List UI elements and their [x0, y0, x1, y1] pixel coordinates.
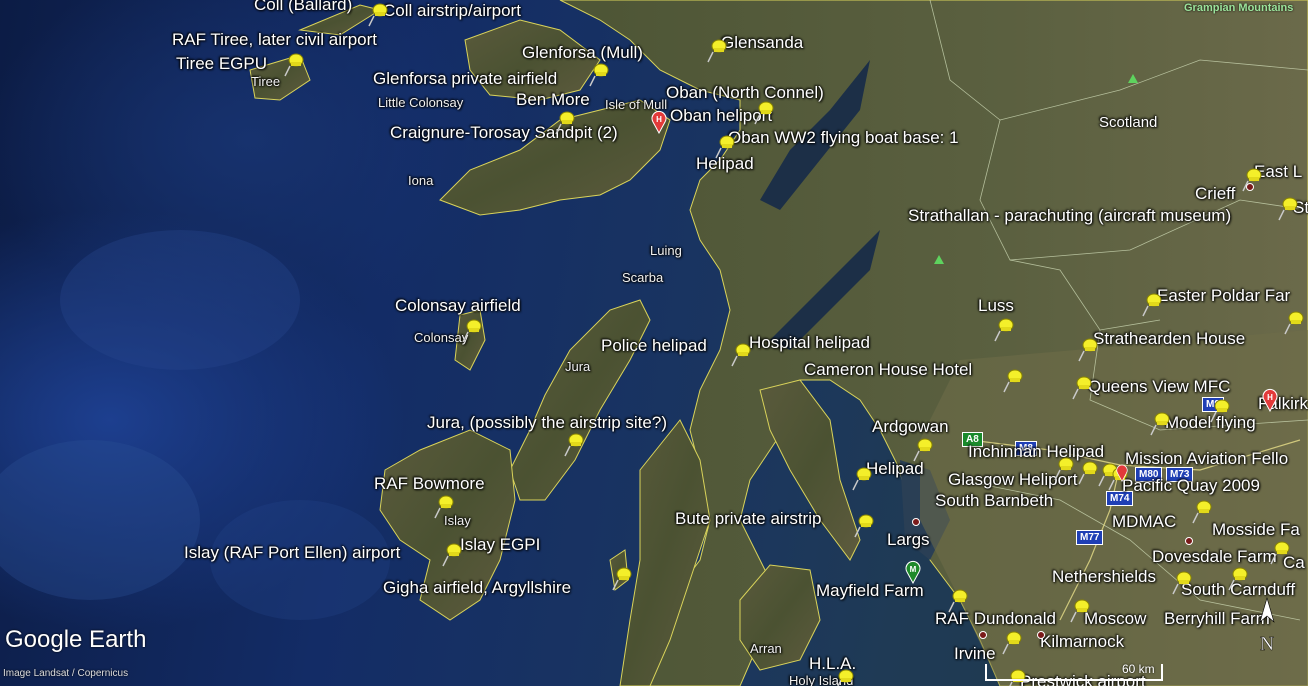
town-dot-icon	[1185, 537, 1193, 545]
place-label-tiree: Tiree	[251, 74, 281, 89]
yellow-pushpin-icon[interactable]	[1001, 364, 1027, 394]
yellow-pushpin-icon[interactable]	[1190, 495, 1216, 525]
yellow-pushpin-icon[interactable]	[1148, 407, 1174, 437]
place-label-arran: Arran	[750, 641, 782, 656]
placemark-label-islay-port-ellen[interactable]: Islay (RAF Port Ellen) airport	[184, 544, 400, 562]
yellow-pushpin-icon[interactable]	[460, 314, 486, 344]
placemark-label-colonsay-airfield[interactable]: Colonsay airfield	[395, 297, 521, 315]
placemark-label-police-helipad[interactable]: Police helipad	[601, 337, 707, 355]
map-view[interactable]: Grampian Mountains Tiree Little Colonsay…	[0, 0, 1308, 686]
placemark-label-jura-airstrip[interactable]: Jura, (possibly the airstrip site?)	[427, 414, 667, 432]
yellow-pushpin-icon[interactable]	[432, 490, 458, 520]
placemark-label-strathallan[interactable]: Strathallan - parachuting (aircraft muse…	[908, 207, 1231, 225]
region-label-grampian: Grampian Mountains	[1184, 2, 1294, 14]
yellow-pushpin-icon[interactable]	[850, 462, 876, 492]
yellow-pushpin-icon[interactable]	[911, 433, 937, 463]
place-label-luing: Luing	[650, 243, 682, 258]
placemark-label-craignure[interactable]: Craignure-Torosay Sandpit (2)	[390, 124, 618, 142]
placemark-label-cameron-house[interactable]: Cameron House Hotel	[804, 361, 972, 379]
placemark-label-coll-ballard[interactable]: Coll (Ballard)	[254, 0, 352, 14]
placemark-label-glensanda[interactable]: Glensanda	[721, 34, 803, 52]
placemark-label-nethershields[interactable]: Nethershields	[1052, 568, 1156, 586]
placemark-label-mission-aviation[interactable]: Mission Aviation Fello	[1125, 450, 1288, 468]
town-dot-icon	[1037, 631, 1045, 639]
yellow-pushpin-icon[interactable]	[1208, 394, 1234, 424]
yellow-pushpin-icon[interactable]	[832, 664, 858, 686]
town-dot-icon	[912, 518, 920, 526]
placemark-label-mdmac[interactable]: MDMAC	[1112, 513, 1176, 531]
placemark-label-hospital-helipad[interactable]: Hospital helipad	[749, 334, 870, 352]
green-marker-icon[interactable]: M	[904, 560, 922, 584]
placemark-label-coll-airstrip[interactable]: Coll airstrip/airport	[383, 2, 521, 20]
placemark-label-south-barnbeth[interactable]: South Barnbeth	[935, 492, 1053, 510]
yellow-pushpin-icon[interactable]	[1000, 626, 1026, 656]
placemark-label-tiree-egpu[interactable]: Tiree EGPU	[176, 55, 267, 73]
place-label-little-colonsay: Little Colonsay	[378, 95, 464, 110]
hospital-marker-icon[interactable]: H	[650, 110, 668, 134]
placemark-label-pacific-quay[interactable]: Pacific Quay 2009	[1122, 477, 1260, 495]
placemark-label-gigha[interactable]: Gigha airfield, Argyllshire	[383, 579, 571, 597]
hospital-marker-icon[interactable]	[1115, 464, 1129, 482]
yellow-pushpin-icon[interactable]	[1140, 288, 1166, 318]
google-earth-logo: Google Earth	[5, 626, 147, 653]
placemark-label-oban-north-connel[interactable]: Oban (North Connel)	[666, 84, 824, 102]
yellow-pushpin-icon[interactable]	[852, 509, 878, 539]
yellow-pushpin-icon[interactable]	[1068, 594, 1094, 624]
yellow-pushpin-icon[interactable]	[1282, 306, 1308, 336]
yellow-pushpin-icon[interactable]	[705, 34, 731, 64]
yellow-pushpin-icon[interactable]	[713, 130, 739, 160]
scale-label: 60 km	[1122, 662, 1155, 676]
yellow-pushpin-icon[interactable]	[1276, 192, 1302, 222]
placemark-label-glenforsa-mull[interactable]: Glenforsa (Mull)	[522, 44, 643, 62]
yellow-pushpin-icon[interactable]	[1170, 566, 1196, 596]
town-dot-icon	[979, 631, 987, 639]
placemark-label-islay-egpi[interactable]: Islay EGPI	[460, 536, 540, 554]
yellow-pushpin-icon[interactable]	[992, 313, 1018, 343]
placemark-label-kilmarnock[interactable]: Kilmarnock	[1040, 633, 1124, 651]
yellow-pushpin-icon[interactable]	[1268, 536, 1294, 566]
yellow-pushpin-icon[interactable]	[562, 428, 588, 458]
placemark-label-largs[interactable]: Largs	[887, 531, 930, 549]
placemark-label-mayfield[interactable]: Mayfield Farm	[816, 582, 924, 600]
placemark-label-crieff[interactable]: Crieff	[1195, 185, 1235, 203]
place-label-jura: Jura	[565, 359, 591, 374]
hospital-marker-icon[interactable]: H	[1261, 388, 1279, 412]
town-dot-icon	[1246, 183, 1254, 191]
yellow-pushpin-icon[interactable]	[1076, 333, 1102, 363]
yellow-pushpin-icon[interactable]	[729, 338, 755, 368]
place-label-scarba: Scarba	[622, 270, 664, 285]
placemark-label-strathearden[interactable]: Strathearden House	[1093, 330, 1245, 348]
placemark-label-dovesdale[interactable]: Dovesdale Farm	[1152, 548, 1277, 566]
placemark-label-glenforsa-private[interactable]: Glenforsa private airfield	[373, 70, 557, 88]
yellow-pushpin-icon[interactable]	[1070, 371, 1096, 401]
placemark-label-bute[interactable]: Bute private airstrip	[675, 510, 821, 528]
yellow-pushpin-icon[interactable]	[366, 0, 392, 28]
yellow-pushpin-icon[interactable]	[1226, 562, 1252, 592]
compass-letter: N	[1260, 633, 1274, 655]
placemark-label-oban-ww2[interactable]: Oban WW2 flying boat base: 1	[728, 129, 959, 147]
yellow-pushpin-icon[interactable]	[282, 48, 308, 78]
north-arrow-icon[interactable]: N	[1252, 596, 1282, 660]
road-shield-m77: M77	[1076, 530, 1104, 545]
svg-text:H: H	[656, 115, 662, 124]
svg-text:H: H	[1267, 393, 1273, 402]
yellow-pushpin-icon[interactable]	[1052, 452, 1078, 482]
place-label-iona: Iona	[408, 173, 434, 188]
placemark-label-raf-tiree[interactable]: RAF Tiree, later civil airport	[172, 31, 377, 49]
imagery-credit: Image Landsat / Copernicus	[3, 668, 129, 679]
yellow-pushpin-icon[interactable]	[440, 538, 466, 568]
place-label-scotland: Scotland	[1099, 114, 1158, 131]
yellow-pushpin-icon[interactable]	[752, 96, 778, 126]
svg-text:M: M	[910, 565, 917, 574]
yellow-pushpin-icon[interactable]	[553, 106, 579, 136]
yellow-pushpin-icon[interactable]	[587, 58, 613, 88]
yellow-pushpin-icon[interactable]	[610, 562, 636, 592]
yellow-pushpin-icon[interactable]	[946, 584, 972, 614]
placemark-label-easter-poldar[interactable]: Easter Poldar Far	[1157, 287, 1290, 305]
placemark-label-raf-bowmore[interactable]: RAF Bowmore	[374, 475, 485, 493]
